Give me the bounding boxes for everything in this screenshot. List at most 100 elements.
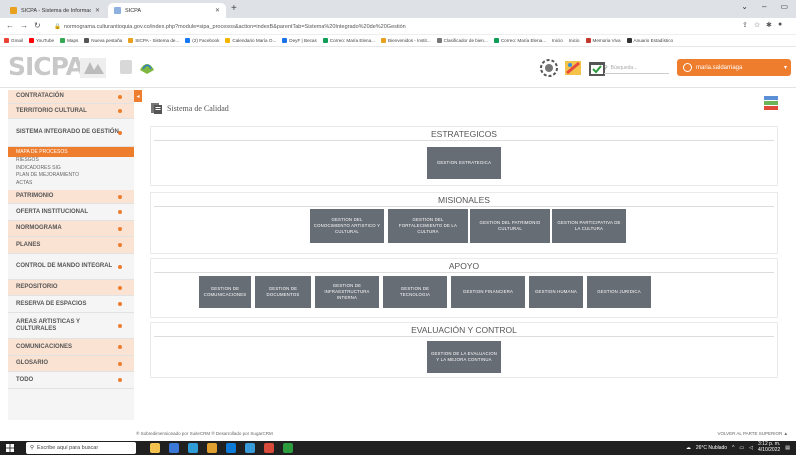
extensions-icon[interactable]: ✱ (766, 21, 772, 29)
page-title: Sistema de Calidad (150, 102, 229, 115)
process-button[interactable]: GESTION DE DOCUMENTOS (255, 276, 311, 308)
sidebar-item-label: COMUNICACIONES (16, 343, 73, 350)
sidebar-item[interactable]: RESERVA DE ESPACIOS (8, 296, 134, 313)
back-icon[interactable]: ← (6, 21, 14, 30)
taskbar-search-input[interactable]: ⚲ Escribe aquí para buscar (26, 442, 136, 454)
process-button[interactable]: GESTION HUMANA (529, 276, 583, 308)
submenu-item-active[interactable]: MAPA DE PROCESOS (8, 147, 134, 157)
bookmark[interactable]: Nueva pestaña (84, 38, 122, 43)
bookmark[interactable]: SICPA - Sistema de... (128, 38, 179, 43)
sidebar-item[interactable]: TERRITORIO CULTURAL (8, 104, 134, 119)
process-button[interactable]: GESTION DE INFRAESTRUCTURA INTERNA (315, 276, 379, 308)
bookmark[interactable]: Inicio (552, 38, 563, 43)
lock-icon: 🔒 (54, 23, 61, 30)
bookmark[interactable]: Clasificador de bien... (436, 38, 488, 43)
process-button[interactable]: GESTION DE LA EVALUACION Y LA MEJORA CON… (427, 341, 501, 373)
search-input[interactable]: ⚲ Búsqueda... (604, 62, 669, 74)
bookmark[interactable]: (2) Facebook (185, 38, 219, 43)
profile-icon[interactable]: ● (778, 21, 782, 28)
browser-tab-active[interactable]: SICPA ✕ (108, 3, 226, 18)
share-icon[interactable]: ⇪ (742, 21, 748, 29)
star-icon[interactable]: ☆ (754, 21, 760, 29)
bookmark[interactable]: Anuario Estadístico (626, 38, 673, 43)
chevron-down-icon[interactable]: ⌄ (741, 2, 748, 11)
process-button[interactable]: GESTION DEL FORTALECIMIENTO DE LA CULTUR… (388, 209, 468, 243)
process-button[interactable]: GESTION DE TECNOLOGIA (383, 276, 447, 308)
submenu-item[interactable]: PLAN DE MEJORAMIENTO (8, 172, 134, 180)
chevron-up-icon[interactable]: ^ (732, 445, 734, 451)
sidebar-item[interactable]: CONTRATACIÓN (8, 90, 134, 104)
task-view-icon[interactable] (169, 443, 179, 453)
sidebar-item-label: OFERTA INSTITUCIONAL (16, 208, 88, 215)
clock-date: 4/10/2022 (758, 446, 781, 453)
close-icon[interactable]: ✕ (215, 7, 220, 14)
submenu-item[interactable]: INDICADORES SIG (8, 165, 134, 173)
sidebar-item[interactable]: REPOSITORIO (8, 280, 134, 296)
windows-start-icon[interactable] (6, 444, 14, 452)
store-icon[interactable] (226, 443, 236, 453)
collapse-sidebar-icon[interactable]: ◂ (134, 90, 142, 102)
chrome-icon[interactable] (264, 443, 274, 453)
folder-icon[interactable] (207, 443, 217, 453)
tab-icon (84, 38, 90, 43)
process-button[interactable]: GESTION DE COMUNICACIONES (199, 276, 251, 308)
youtube-icon (29, 38, 34, 43)
edge-icon[interactable] (188, 443, 198, 453)
submenu-item[interactable]: RIESGOS (8, 157, 134, 165)
sidebar-item[interactable]: GLOSARIO (8, 356, 134, 372)
excel-icon[interactable] (283, 443, 293, 453)
process-button[interactable]: GESTION DEL CONOCIMIENTO ARTISTICO Y CUL… (310, 209, 384, 243)
bookmark[interactable]: Maps (60, 38, 78, 43)
bookmark[interactable]: Calendario María O... (225, 38, 276, 43)
bookmark[interactable]: Correo: María Elena... (493, 38, 546, 43)
url-field[interactable]: 🔒 normograma.culturantioquia.gov.co/inde… (54, 21, 734, 32)
network-icon[interactable]: ▭ (739, 445, 744, 451)
process-button[interactable]: GESTION PARTICIPATIVA DE LA CULTURA (552, 209, 626, 243)
maximize-icon[interactable]: ▭ (780, 2, 788, 11)
new-tab-icon[interactable]: + (231, 3, 237, 14)
sidebar-submenu: MAPA DE PROCESOS RIESGOS INDICADORES SIG PL… (8, 147, 134, 190)
bookmark[interactable]: Gmail (4, 38, 23, 43)
reload-icon[interactable]: ↻ (34, 21, 41, 30)
weather-text[interactable]: 26°C Nublado (696, 445, 727, 451)
bookmark[interactable]: Inicio (569, 38, 580, 43)
clock[interactable]: 3:12 p. m. 4/10/2022 (758, 441, 781, 453)
sidebar-item[interactable]: NORMOGRAMA (8, 221, 134, 237)
maps-icon (60, 38, 66, 43)
sidebar-item[interactable]: PATRIMONIO (8, 190, 134, 204)
bookmark[interactable]: Bienvenidos - Instit... (381, 38, 431, 43)
submenu-item[interactable]: ACTAS (8, 180, 134, 188)
process-button[interactable]: GESTION FINANCIERA (451, 276, 525, 308)
file-explorer-icon[interactable] (150, 443, 160, 453)
process-button[interactable]: GESTION JURIDICA (587, 276, 651, 308)
notifications-icon[interactable]: ▤ (785, 445, 790, 451)
process-button[interactable]: GESTION ESTRATEGICA (427, 147, 501, 179)
sidebar-item[interactable]: OFERTA INSTITUCIONAL (8, 204, 134, 221)
bookmark[interactable]: Memoria Viva (585, 38, 621, 43)
section-title: APOYO (154, 259, 774, 273)
volume-icon[interactable]: ◁ (749, 445, 753, 451)
sidebar-item[interactable]: TODO (8, 372, 134, 389)
mail-icon[interactable] (245, 443, 255, 453)
sidebar-item[interactable]: PLANES (8, 237, 134, 254)
bookmark[interactable]: DeyF | Becas (282, 38, 317, 43)
browser-tab[interactable]: SICPA - Sistema de Informació ✕ (4, 3, 106, 18)
palette-icon[interactable] (562, 57, 584, 79)
gear-badge-icon[interactable] (538, 57, 560, 79)
back-to-top-link[interactable]: VOLVER AL PARTE SUPERIOR ▲ (717, 431, 788, 436)
sidebar-item[interactable]: CONTROL DE MANDO INTEGRAL (8, 254, 134, 280)
unesco-logo-icon (140, 64, 154, 74)
process-button[interactable]: GESTION DEL PATRIMONIO CULTURAL (470, 209, 550, 243)
sidebar-item[interactable]: SISTEMA INTEGRADO DE GESTIÓN (8, 119, 134, 147)
minimize-icon[interactable]: – (762, 2, 766, 11)
sidebar-item[interactable]: COMUNICACIONES (8, 339, 134, 356)
close-icon[interactable]: ✕ (95, 7, 100, 14)
user-menu-button[interactable]: maria.saldarriaga ▾ (677, 59, 791, 76)
sicpa-logo[interactable]: SICPA (8, 52, 85, 81)
dashboard-grid-icon[interactable] (764, 96, 778, 110)
tab-title: SICPA (125, 7, 142, 14)
bookmark[interactable]: YouTube (29, 38, 54, 43)
sidebar-item[interactable]: AREAS ARTISTICAS Y CULTURALES (8, 313, 134, 339)
forward-icon[interactable]: → (20, 21, 28, 30)
bookmark[interactable]: Correo: María Elena... (322, 38, 375, 43)
